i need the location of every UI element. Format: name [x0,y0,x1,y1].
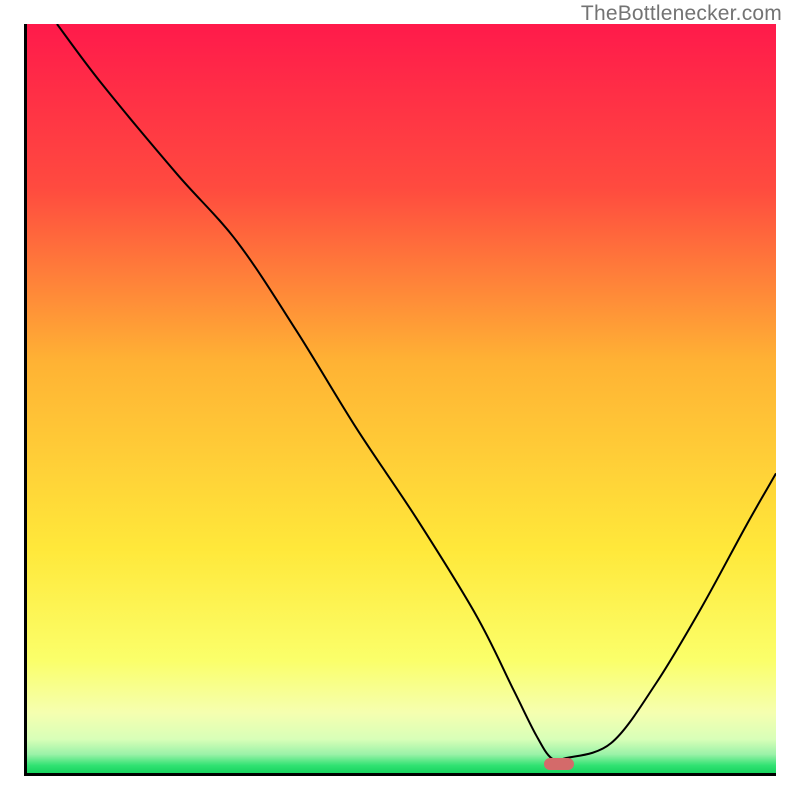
bottleneck-chart: TheBottlenecker.com [0,0,800,800]
watermark-text: TheBottlenecker.com [581,2,782,26]
curve-layer [27,24,776,773]
optimal-marker [544,758,574,770]
bottleneck-curve [57,24,776,760]
plot-area [24,24,776,776]
